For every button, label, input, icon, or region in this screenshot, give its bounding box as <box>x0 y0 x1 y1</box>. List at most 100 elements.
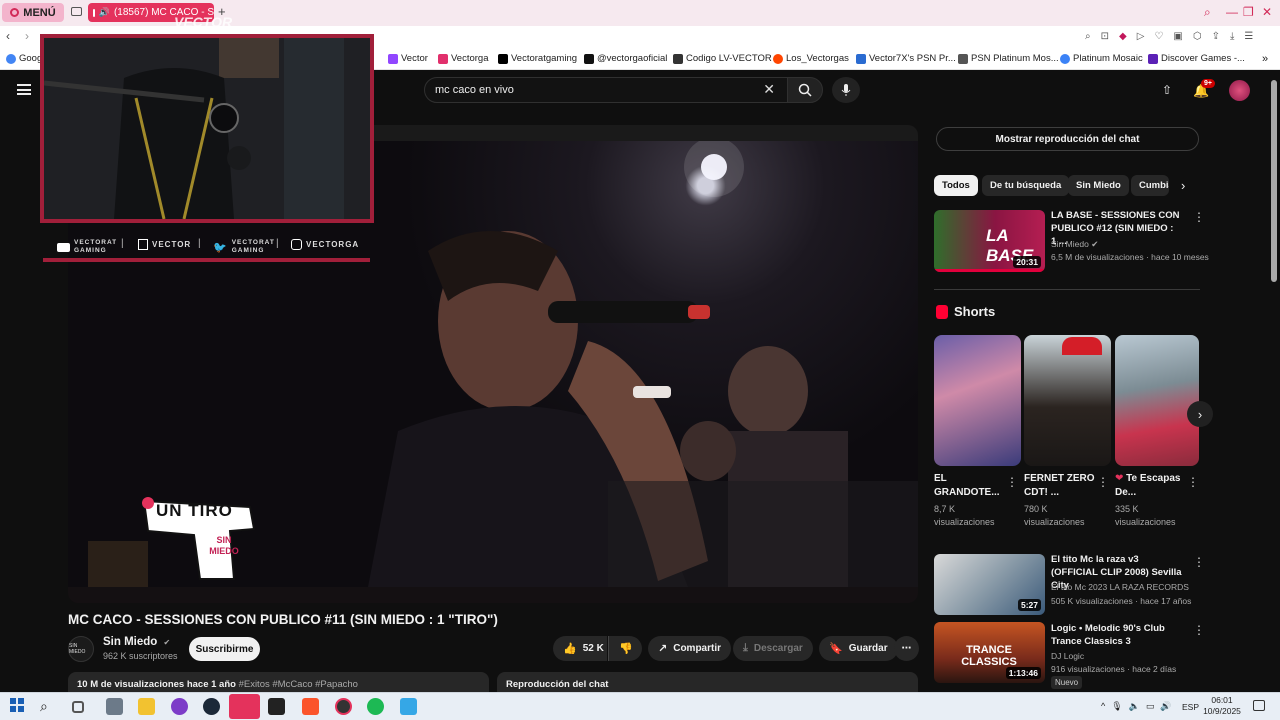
app-icon[interactable] <box>335 698 352 715</box>
video-menu-icon[interactable]: ⋮ <box>1193 623 1205 637</box>
file-explorer-icon[interactable] <box>138 698 155 715</box>
hamburger-menu-icon[interactable] <box>17 84 31 95</box>
hashtags[interactable]: #Exitos #McCaco #Papacho <box>239 679 358 690</box>
video-channel[interactable]: El tito Mc 2023 LA RAZA RECORDS <box>1051 582 1189 592</box>
download-icon[interactable]: ⤓ <box>1230 31 1234 42</box>
subscribe-button[interactable]: Suscribirme <box>189 637 260 661</box>
video-channel[interactable]: Sin Miedo ✔ <box>1051 239 1098 250</box>
short-thumbnail[interactable] <box>1115 335 1199 466</box>
dislike-button[interactable]: 👎 <box>608 636 642 661</box>
bookmark-item[interactable]: Vector7X's PSN Pr... <box>856 53 956 64</box>
extension-icon[interactable]: ▣ <box>1173 31 1182 42</box>
search-icon[interactable]: ⌕ <box>40 698 57 715</box>
upload-icon[interactable]: ⇧ <box>1162 83 1172 97</box>
bookmark-item[interactable]: Vectorga <box>438 53 489 64</box>
channel-name[interactable]: Sin Miedo ✔ <box>103 636 170 648</box>
bookmark-item[interactable]: @vectorgaoficial <box>584 53 667 64</box>
task-view-icon[interactable] <box>72 701 84 713</box>
search-input[interactable]: mc caco en vivo ✕ <box>424 77 788 103</box>
system-clock[interactable]: 06:01 10/9/2025 <box>1202 695 1242 717</box>
speaker-icon[interactable]: 🔊 <box>1160 701 1171 712</box>
short-title[interactable]: FERNET ZERO CDT! ... <box>1024 472 1096 500</box>
chip-from-search[interactable]: De tu búsqueda <box>982 175 1070 196</box>
video-menu-icon[interactable]: ⋮ <box>1193 210 1205 224</box>
bookmark-item[interactable]: Los_Vectorgas <box>773 53 849 64</box>
back-icon[interactable]: ‹ <box>6 29 10 43</box>
page-scrollbar[interactable] <box>1271 80 1277 282</box>
red-heart-icon: ❤ <box>1115 473 1124 484</box>
short-title[interactable]: EL GRANDOTE... <box>934 472 1002 500</box>
play-icon[interactable]: ▷ <box>1137 31 1145 42</box>
input-language[interactable]: ESP <box>1182 702 1199 712</box>
search-button[interactable] <box>787 77 823 103</box>
bookmark-item[interactable]: Discover Games -... <box>1148 53 1245 64</box>
show-chat-replay-button[interactable]: Mostrar reproducción del chat <box>936 127 1199 151</box>
short-menu-icon[interactable]: ⋮ <box>1097 475 1109 489</box>
vpn-icon[interactable]: ◆ <box>1119 31 1127 42</box>
like-button[interactable]: 👍 52 K <box>553 636 607 661</box>
share-icon[interactable]: ⇪ <box>1212 31 1220 42</box>
speaker-icon[interactable]: 🔊 <box>99 7 110 18</box>
save-button[interactable]: 🔖 Guardar <box>819 636 898 661</box>
steam-icon[interactable] <box>203 698 220 715</box>
easy-setup-icon[interactable]: ☰ <box>1244 31 1253 42</box>
puzzle-icon[interactable]: ⬡ <box>1193 31 1202 42</box>
more-actions-button[interactable]: ⋯ <box>894 636 919 661</box>
chip-sin-miedo[interactable]: Sin Miedo <box>1068 175 1129 196</box>
windows-start-icon[interactable] <box>10 698 27 715</box>
account-avatar[interactable] <box>1229 80 1250 101</box>
video-thumbnail[interactable]: LA BASE 20:31 <box>934 210 1045 272</box>
short-thumbnail[interactable] <box>1024 335 1111 466</box>
browser-menu-button[interactable]: MENÚ <box>2 3 64 22</box>
overlay-brand-text: VECTOR <box>174 14 233 30</box>
video-thumbnail[interactable]: 5:27 <box>934 554 1045 615</box>
channel-avatar[interactable]: SIN MIEDO <box>68 636 94 662</box>
bookmark-item[interactable]: Goog <box>6 53 42 64</box>
download-button[interactable]: ⤓ Descargar <box>733 636 813 661</box>
tab-overview-icon[interactable] <box>71 7 82 16</box>
bookmarks-overflow-icon[interactable]: » <box>1262 53 1268 65</box>
app-icon[interactable] <box>106 698 123 715</box>
forward-icon[interactable]: › <box>25 29 29 43</box>
maximize-icon[interactable]: ❐ <box>1243 5 1254 19</box>
video-menu-icon[interactable]: ⋮ <box>1193 555 1205 569</box>
notifications-button[interactable]: 🔔 9+ <box>1193 79 1215 98</box>
chips-next-icon[interactable]: › <box>1181 178 1185 193</box>
video-channel[interactable]: DJ Logic <box>1051 651 1084 661</box>
search-tabs-icon[interactable]: ⌕ <box>1204 5 1211 20</box>
network-icon[interactable]: ▭ <box>1146 701 1155 712</box>
short-menu-icon[interactable]: ⋮ <box>1187 475 1199 489</box>
clear-search-icon[interactable]: ✕ <box>763 81 775 98</box>
video-thumbnail[interactable]: TRANCE CLASSICS 1:13:46 <box>934 622 1045 683</box>
minimize-icon[interactable]: — <box>1226 5 1238 19</box>
short-menu-icon[interactable]: ⋮ <box>1006 475 1018 489</box>
bookmark-item[interactable]: Vectoratgaming <box>498 53 577 64</box>
volume-icon[interactable]: 🔈 <box>1129 701 1140 712</box>
chip-all[interactable]: Todos <box>934 175 978 196</box>
zoom-icon[interactable]: ⌕ <box>1085 31 1091 42</box>
brave-icon[interactable] <box>302 698 319 715</box>
chip-cumbia[interactable]: Cumbia <box>1131 175 1169 196</box>
video-meta: 916 visualizaciones · hace 2 días <box>1051 664 1177 674</box>
opera-taskbar-icon[interactable] <box>229 694 260 719</box>
microphone-icon[interactable]: 🎙 <box>1111 701 1122 712</box>
tray-chevron-icon[interactable]: ^ <box>1101 701 1105 712</box>
spotify-icon[interactable] <box>367 698 384 715</box>
short-title[interactable]: ❤ Te Escapas De... <box>1115 472 1183 500</box>
bookmark-item[interactable]: Codigo LV-VECTOR <box>673 53 772 64</box>
close-icon[interactable]: ✕ <box>1262 5 1272 19</box>
voice-search-button[interactable] <box>832 77 860 103</box>
app-icon[interactable] <box>400 698 417 715</box>
app-icon[interactable] <box>268 698 285 715</box>
bookmark-item[interactable]: Platinum Mosaic <box>1060 53 1143 64</box>
short-thumbnail[interactable] <box>934 335 1021 466</box>
heart-icon[interactable]: ♡ <box>1154 31 1163 42</box>
bookmark-item[interactable]: PSN Platinum Mos... <box>958 53 1059 64</box>
video-title[interactable]: Logic • Melodic 90's Club Trance Classic… <box>1051 622 1186 648</box>
share-button[interactable]: ↗ Compartir <box>648 636 732 661</box>
notification-center-icon[interactable] <box>1253 700 1265 711</box>
bookmark-item[interactable]: Vector <box>388 53 428 64</box>
app-icon[interactable] <box>171 698 188 715</box>
shorts-next-button[interactable]: › <box>1187 401 1213 427</box>
snapshot-icon[interactable]: ⊡ <box>1101 31 1109 42</box>
